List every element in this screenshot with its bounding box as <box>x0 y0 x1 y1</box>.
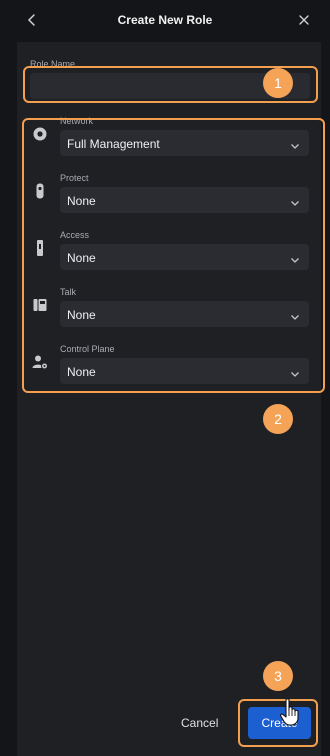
cancel-button[interactable]: Cancel <box>181 716 218 730</box>
hand-pointer-icon <box>279 697 303 727</box>
step2-badge: 2 <box>263 404 293 434</box>
step2-highlight <box>22 118 325 393</box>
step3-highlight <box>238 699 318 747</box>
dialog-header: Create New Role <box>0 0 330 42</box>
close-icon[interactable] <box>295 11 313 29</box>
step1-badge: 1 <box>263 68 293 98</box>
dialog-title: Create New Role <box>117 13 213 27</box>
step3-badge: 3 <box>263 661 293 691</box>
